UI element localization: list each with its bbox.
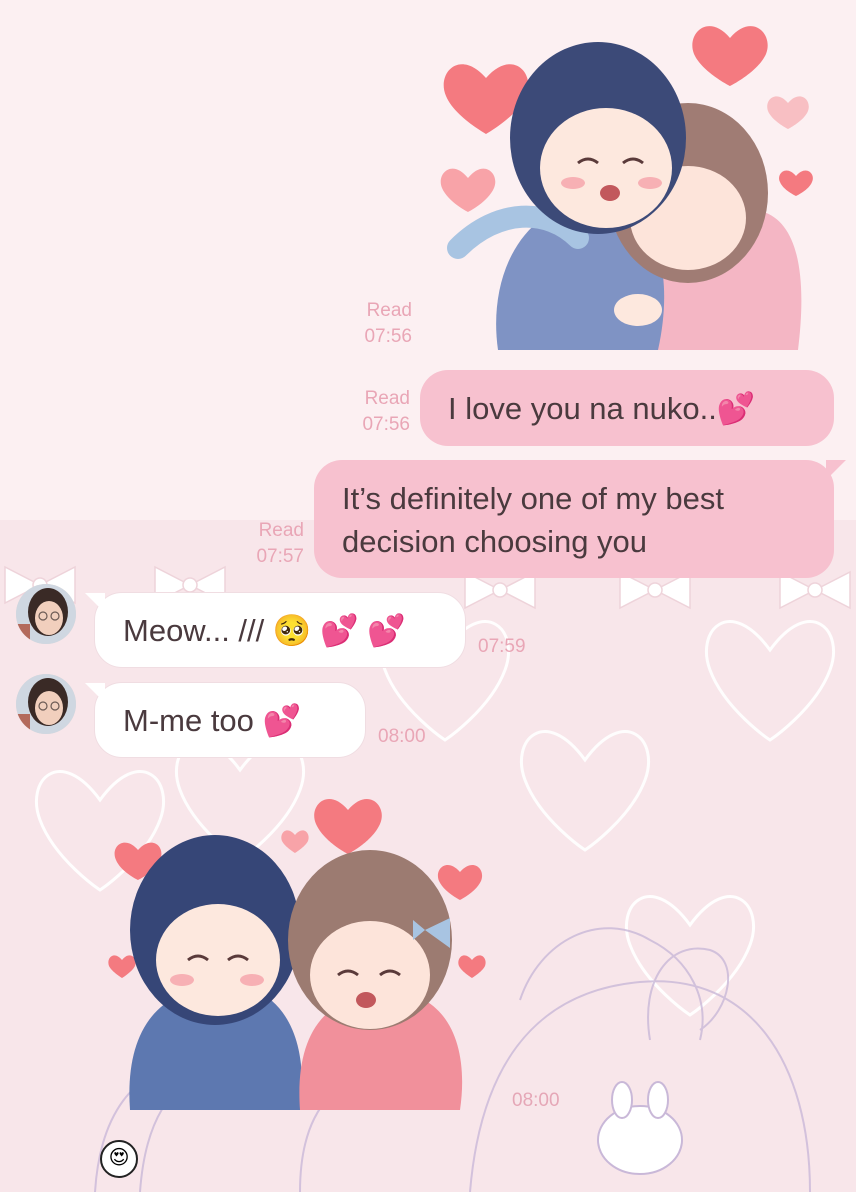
avatar-photo	[16, 674, 76, 734]
bubble-tail	[85, 593, 105, 613]
avatar-photo	[16, 584, 76, 644]
message-time: 07:56	[362, 414, 410, 435]
contact-avatar[interactable]	[16, 584, 76, 644]
couple-cuddle-sticker-image	[108, 798, 486, 1110]
incoming-message-bubble[interactable]: M-me too 💕	[85, 682, 366, 758]
message-text: Meow... /// 🥺 💕 💕	[123, 613, 406, 648]
message-text-line: It’s definitely one of my best	[342, 481, 724, 516]
sticker-message-hug[interactable]	[438, 18, 818, 350]
contact-avatar[interactable]	[16, 674, 76, 734]
incoming-message-bubble[interactable]: Meow... /// 🥺 💕 💕	[85, 592, 466, 668]
bubble-tail	[826, 460, 846, 480]
read-receipt: Read 07:56	[328, 386, 410, 438]
message-time: 07:59	[478, 636, 526, 657]
bubble-tail	[85, 683, 105, 703]
message-time: 07:56	[364, 326, 412, 347]
message-time: 08:00	[512, 1090, 560, 1111]
sticker-message-cuddle[interactable]	[100, 790, 500, 1110]
read-label: Read	[366, 300, 412, 321]
reaction-badge[interactable]: 😍	[100, 1140, 138, 1178]
read-receipt: Read 07:57	[222, 518, 304, 570]
message-time: 07:57	[256, 546, 304, 567]
read-receipt: Read 07:56	[330, 298, 412, 350]
message-text-line: decision choosing you	[342, 524, 648, 559]
outgoing-message-bubble[interactable]: It’s definitely one of my best decision …	[314, 460, 846, 578]
couple-hug-sticker-image	[440, 26, 813, 350]
read-label: Read	[364, 388, 410, 409]
message-text: I love you na nuko..💕	[448, 391, 756, 426]
message-text: M-me too 💕	[123, 703, 302, 738]
message-time: 08:00	[378, 726, 426, 747]
reaction-emoji: 😍	[108, 1147, 130, 1169]
read-label: Read	[258, 520, 304, 541]
outgoing-message-bubble[interactable]: I love you na nuko..💕	[420, 370, 834, 446]
